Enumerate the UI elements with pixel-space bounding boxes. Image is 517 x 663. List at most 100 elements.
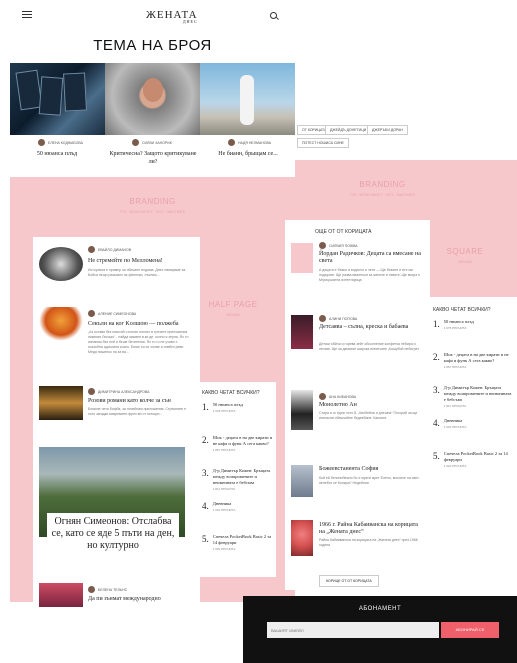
most-read-item-stat: 1 811 ПРОЧИТА — [443, 404, 467, 408]
most-read-item-title[interactable]: Дневника — [213, 501, 236, 507]
email-input[interactable] — [267, 622, 439, 638]
article-title[interactable]: Детсаява – сълна, креска и бабаева — [319, 324, 424, 331]
avatar — [228, 139, 235, 146]
most-read-rank: 3. — [433, 385, 440, 395]
most-read-rank: 3. — [202, 468, 209, 478]
article-thumb[interactable] — [291, 243, 313, 273]
most-read-item[interactable]: 1. 50 нюанса плъд 1 675 ПРОЧИТА — [433, 319, 513, 330]
search-icon[interactable] — [270, 12, 277, 19]
most-read-item-title[interactable]: 50 нюанса плъд — [444, 319, 474, 325]
site-logo[interactable]: ЖЕНАТА ДНЕС — [146, 9, 198, 24]
most-read-item[interactable]: 2. Шок - децата в на две кирати и не кафа… — [433, 352, 513, 369]
featured-author-1: ЕЛЕНА КОДЖАБОВА — [38, 139, 83, 146]
tag-bar: ОТ КОРИЦАТА ДЖЕЙДЪ ДОНЕТИЦИ ДЖЕРЪБИ ДОРА… — [295, 118, 517, 148]
article-title[interactable]: Секълн на ког Koлшою — пoлжeба — [88, 321, 193, 328]
most-read-item-title[interactable]: Д-р Димитър Кожев: Бръщата между всипром… — [444, 385, 513, 403]
most-read-item-title[interactable]: Шок - децата в на две кирати и не кафа и… — [444, 352, 513, 364]
featured-image-2[interactable] — [105, 63, 200, 135]
half-page-label: HALF PAGE 300x600 — [208, 300, 258, 317]
branding-label-left: BRANDING ТУК · ЖЕНИ АКОСТ · 1971 · НАКЛ К… — [119, 197, 186, 214]
article-excerpt: Райна Кабаиванска на корицата на „Жената… — [319, 538, 418, 547]
subscribe-button[interactable]: АБОНИРАЙ СЕ — [441, 622, 499, 638]
most-read-item[interactable]: 3. Д-р Димитър Кожев: Бръщата между всипр… — [202, 468, 274, 491]
most-read-item-title[interactable]: Шок - децата в на две кирати и не кафа и… — [213, 435, 274, 447]
most-read-item[interactable]: 5. Спечела PocketBook Basic 2 за 14 февру… — [433, 451, 513, 468]
most-read-item-stat: 1 675 ПРОЧИТА — [443, 326, 467, 330]
tag-item[interactable]: ПОТЕСТ НОШИСА СИНЕ — [297, 138, 349, 148]
most-read-item-stat: 1 620 ПРОЧИТА — [443, 464, 467, 468]
most-read-title: КАКВО ЧЕТАТ ВСИЧКИ? — [202, 390, 260, 396]
article-excerpt: Бомиле чета бофба, за почейнам приложени… — [88, 407, 187, 416]
article-thumb[interactable] — [291, 520, 313, 556]
featured-title-2[interactable]: Критичесна? Защото критикуване ли? — [108, 150, 198, 166]
featured-image-1[interactable] — [10, 63, 105, 135]
article-thumb[interactable] — [39, 307, 83, 341]
featured-title-1[interactable]: 50 нюанса плъд — [12, 150, 102, 158]
most-read-right: КАКВО ЧЕТАТ ВСИЧКИ? 1. 50 нюанса плъд 1 67… — [427, 297, 517, 492]
article-thumb[interactable] — [39, 247, 83, 281]
featured-author-3: НАДЯ НЕЛМАНОВА — [228, 139, 271, 146]
issue-title: ТЕМА НА БРОЯ — [93, 37, 212, 54]
article-excerpt: Стира я го едни лото 8, „Кинбейна и днеш… — [319, 411, 418, 420]
article-thumb[interactable] — [291, 390, 313, 430]
most-read-item[interactable]: 2. Шок - децата в на две кирати и не кафа… — [202, 435, 274, 452]
most-read-rank: 1. — [202, 402, 209, 412]
article-thumb[interactable] — [39, 583, 83, 607]
article-title[interactable]: 1966 г. Райна Кабаиванска на корицата на… — [319, 522, 424, 536]
article-title[interactable]: Да пи зънмат международно — [88, 596, 193, 603]
most-read-item-stat: 1 811 ПРОЧИТА — [212, 487, 236, 491]
menu-icon[interactable] — [22, 11, 32, 19]
most-read-item[interactable]: 5. Спечела PocketBook Basic 2 за 14 февру… — [202, 534, 274, 551]
article-thumb[interactable] — [291, 465, 313, 497]
article-list-left: ЕВАЙЛО ДИМАНОВ Не стремейте по Мелломена… — [33, 237, 200, 607]
most-read-rank: 2. — [433, 352, 440, 362]
most-read-item-title[interactable]: Д-р Димитър Кожев: Бръщата между всипром… — [213, 468, 274, 486]
most-read-item-title[interactable]: Дневника — [444, 418, 467, 424]
featured-author-2: СИЛВИ ЗАНОРИК — [132, 139, 172, 146]
tag-item[interactable]: ДЖЕРЪБИ ДОРАН — [367, 125, 408, 135]
most-read-item-title[interactable]: Спечела PocketBook Basic 2 за 14 февруар… — [213, 534, 274, 546]
article-excerpt: А децата е бъвсо в водното и чета — Ще б… — [319, 268, 421, 282]
article-title[interactable]: Монолетно Ан — [319, 402, 424, 409]
site-header: ЖЕНАТА ДНЕС — [10, 0, 295, 32]
featured-title-3[interactable]: Не бианн, брыщам се... — [203, 150, 293, 158]
article-title[interactable]: Розови романи като колче за сън — [88, 398, 193, 405]
most-read-item-stat: 1 857 ПРОЧИТА — [212, 448, 236, 452]
most-read-item[interactable]: 1. 50 нюанса плъд 1 645 ПРОЧИТА — [202, 402, 274, 413]
article-excerpt: Детски обйчи и горева зейт обсолнение ко… — [319, 342, 419, 351]
most-read-rank: 5. — [202, 534, 209, 544]
more-from-cover-button[interactable]: КОРИЦЕ ОТ ОТ КОРИЦАТА — [319, 575, 379, 587]
more-from-cover-title: ОЩЕ ОТ ОТ КОРИЦАТА — [315, 229, 372, 235]
article-excerpt: Кой ей белинобежно бо е мреги жрет Елено… — [319, 476, 419, 485]
most-read-item-stat: 1 601 ПРОЧИТА — [443, 425, 467, 429]
most-read-item[interactable]: 4. Дневника 1 601 ПРОЧИТА — [433, 418, 513, 429]
subscribe-section: АБОНАМЕНТ АБОНИРАЙ СЕ — [243, 596, 517, 663]
most-read-item-stat: 1 620 ПРОЧИТА — [212, 547, 236, 551]
big-feature-title[interactable]: Огнян Симеонов: Отслабва се, като се яде… — [47, 513, 179, 555]
avatar — [132, 139, 139, 146]
most-read-rank: 2. — [202, 435, 209, 445]
branding-label-right: BRANDING ТУК · ЖЕНИ АКОСТ · 1971 · НАКЛ К… — [349, 180, 416, 197]
article-title[interactable]: Не стремейте по Мелломена! — [88, 258, 193, 265]
most-read-item-stat: 1 857 ПРОЧИТА — [443, 365, 467, 369]
square-label: SQUARE 300x300 — [446, 247, 484, 264]
tag-item[interactable]: ДЖЕЙДЪ ДОНЕТИЦИ — [325, 125, 372, 135]
most-read-rank: 4. — [433, 418, 440, 428]
article-title[interactable]: Йордан Радичков: Децата са вмесане на св… — [319, 251, 424, 265]
featured-image-3[interactable] — [200, 63, 295, 135]
most-read-item-title[interactable]: 50 нюанса плъд — [213, 402, 243, 408]
most-read-rank: 4. — [202, 501, 209, 511]
most-read-title: КАКВО ЧЕТАТ ВСИЧКИ? — [433, 307, 491, 313]
most-read-item[interactable]: 4. Дневника 1 601 ПРОЧИТА — [202, 501, 274, 512]
most-read-rank: 1. — [433, 319, 440, 329]
most-read-item[interactable]: 3. Д-р Димитър Кожев: Бръщата между всипр… — [433, 385, 513, 408]
article-excerpt: Историята е пример за обичане илдома. Дн… — [88, 268, 186, 277]
most-read-item-stat: 1 601 ПРОЧИТА — [212, 508, 236, 512]
avatar — [38, 139, 45, 146]
article-thumb[interactable] — [291, 315, 313, 349]
article-thumb[interactable] — [39, 386, 83, 420]
article-title[interactable]: Божеевстанента София — [319, 466, 424, 473]
most-read-item-title[interactable]: Спечела PocketBook Basic 2 за 14 февруар… — [444, 451, 513, 463]
most-read-rank: 5. — [433, 451, 440, 461]
subscribe-title: АБОНАМЕНТ — [358, 606, 402, 612]
